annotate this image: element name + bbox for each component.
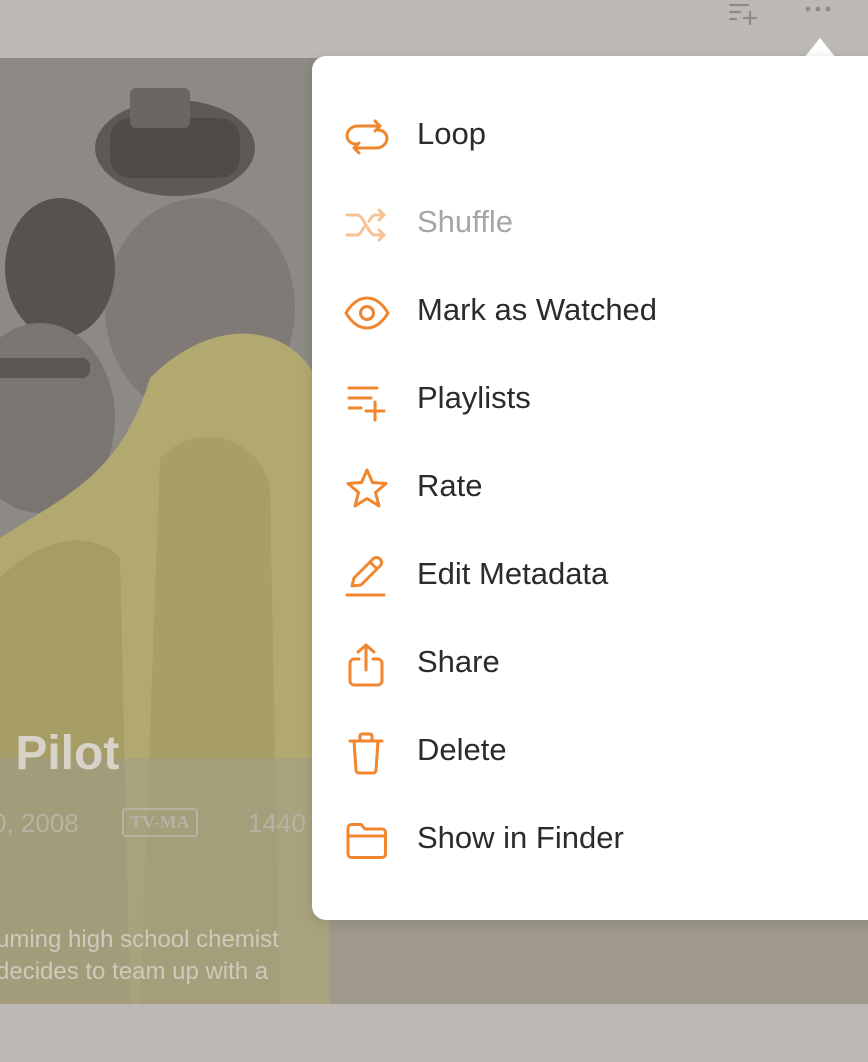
menu-item-playlists[interactable]: Playlists <box>312 356 868 444</box>
menu-item-shuffle[interactable]: Shuffle <box>312 180 868 268</box>
share-icon <box>344 642 390 688</box>
folder-icon <box>344 818 390 864</box>
menu-item-label: Playlists <box>417 380 531 415</box>
menu-arrow <box>804 38 836 58</box>
menu-item-label: Mark as Watched <box>417 292 658 327</box>
menu-item-rate[interactable]: Rate <box>312 444 868 532</box>
menu-item-share[interactable]: Share <box>312 620 868 708</box>
menu-item-label: Edit Metadata <box>417 556 609 591</box>
menu-item-label: Loop <box>417 116 486 151</box>
menu-item-label: Shuffle <box>417 204 513 239</box>
trash-icon <box>344 730 390 776</box>
synopsis-line: decides to team up with a <box>0 958 269 985</box>
more-options-menu: Loop Shuffle Mark as Watched Playlists R… <box>312 56 868 920</box>
episode-synopsis: uming high school chemist decides to tea… <box>0 924 868 988</box>
menu-item-label: Share <box>417 644 500 679</box>
resolution-label: 1440 <box>248 808 306 838</box>
eye-icon <box>344 290 390 336</box>
episode-air-date: 0, 2008 <box>0 808 79 838</box>
content-rating-badge: TV-MA <box>122 808 198 837</box>
top-toolbar <box>0 0 868 58</box>
menu-item-label: Show in Finder <box>417 820 624 855</box>
menu-item-loop[interactable]: Loop <box>312 92 868 180</box>
synopsis-line: uming high school chemist <box>0 926 279 953</box>
menu-item-label: Rate <box>417 468 483 503</box>
playlist-add-icon <box>344 378 390 424</box>
bottom-bar <box>0 1004 868 1062</box>
playlist-add-icon[interactable] <box>726 0 762 26</box>
more-icon[interactable] <box>802 0 838 26</box>
loop-icon <box>344 114 390 160</box>
menu-item-mark-watched[interactable]: Mark as Watched <box>312 268 868 356</box>
menu-item-delete[interactable]: Delete <box>312 708 868 796</box>
menu-item-label: Delete <box>417 732 507 767</box>
shuffle-icon <box>344 202 390 248</box>
episode-title: - Pilot <box>0 727 120 780</box>
pencil-icon <box>344 554 390 600</box>
menu-item-edit-metadata[interactable]: Edit Metadata <box>312 532 868 620</box>
menu-item-show-in-finder[interactable]: Show in Finder <box>312 796 868 884</box>
star-icon <box>344 466 390 512</box>
